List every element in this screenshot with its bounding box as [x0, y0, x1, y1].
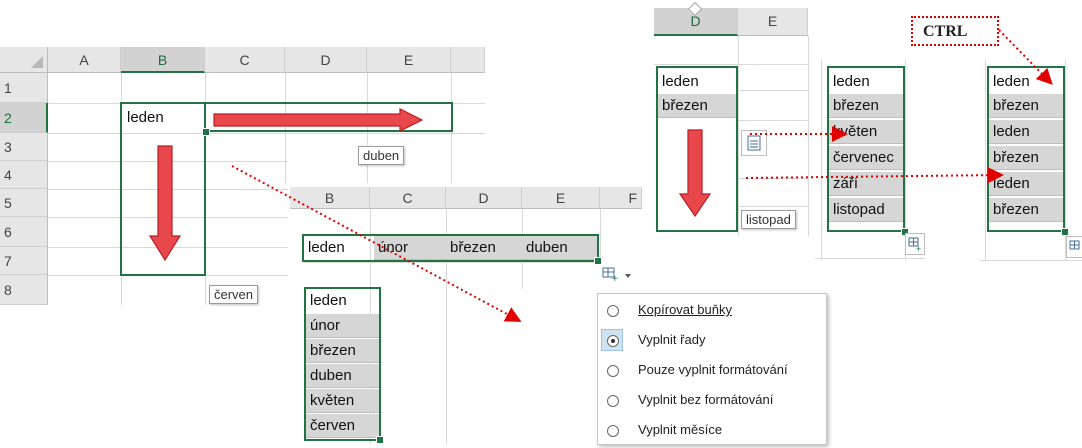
dotted-arrow-icon	[231, 165, 522, 322]
dotted-arrow-icon	[745, 167, 1004, 184]
dotted-arrows-overlay	[231, 29, 1053, 322]
dotted-arrow-icon	[998, 29, 1053, 85]
